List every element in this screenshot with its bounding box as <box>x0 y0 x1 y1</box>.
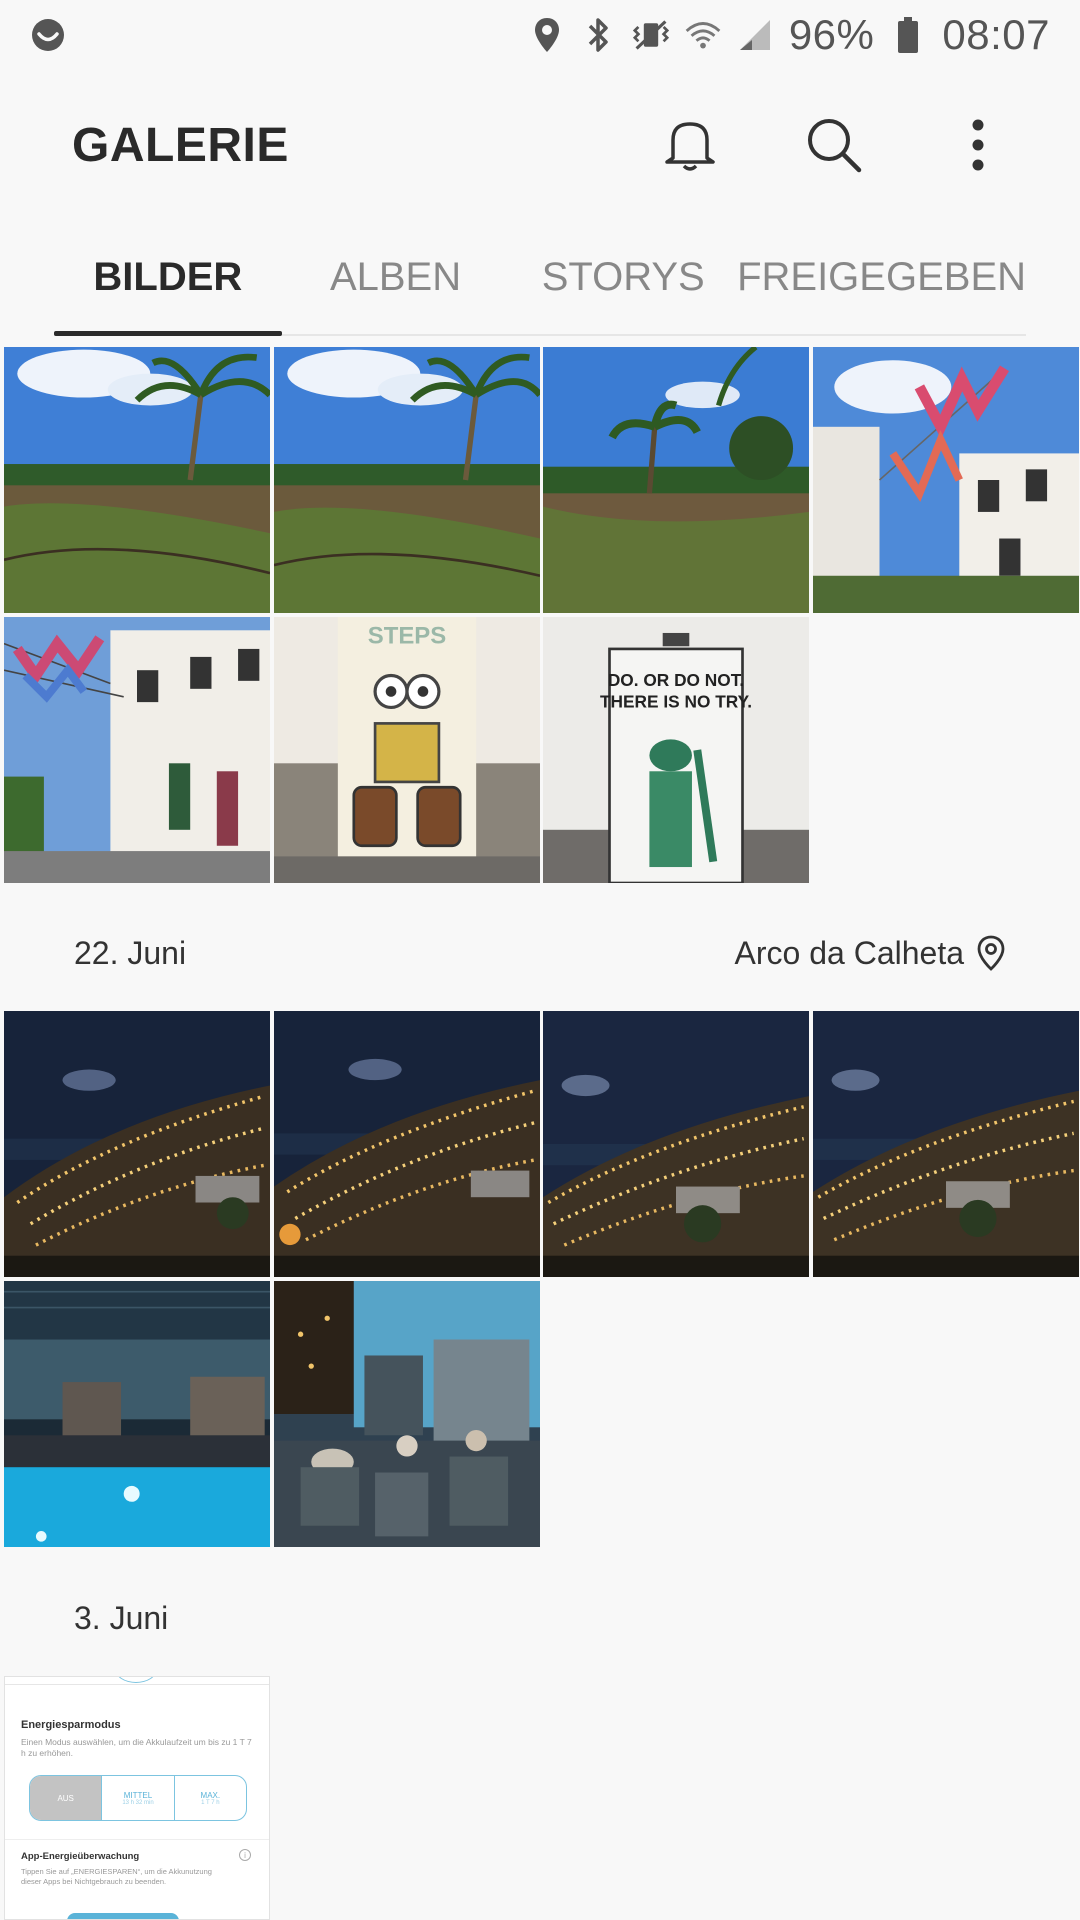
more-options-icon <box>972 119 984 171</box>
photo-thumbnail[interactable] <box>543 1011 809 1277</box>
location-icon <box>529 17 565 53</box>
option-sub: 13 h 32 min <box>122 1799 154 1806</box>
option-sub: 1 T 7 h <box>201 1799 220 1806</box>
screenshot-heading: Energiesparmodus <box>21 1719 121 1731</box>
svg-text:STEPS: STEPS <box>368 623 447 650</box>
tab-storys[interactable]: STORYS <box>509 220 737 334</box>
screenshot-option-mittel: MITTEL 13 h 32 min <box>101 1776 173 1820</box>
photo-thumbnail[interactable] <box>4 1281 270 1547</box>
photo-thumbnail[interactable] <box>274 1011 540 1277</box>
more-options-button[interactable] <box>936 103 1020 187</box>
photo-thumbnail[interactable] <box>4 347 270 613</box>
signal-icon <box>737 17 773 53</box>
screenshot-mode-selector: AUS MITTEL 13 h 32 min MAX. 1 T 7 h <box>29 1775 247 1821</box>
svg-text:THERE IS NO TRY.: THERE IS NO TRY. <box>600 691 752 711</box>
bluetooth-icon <box>581 17 617 53</box>
screenshot-thumbnail[interactable]: Energiesparmodus Einen Modus auswählen, … <box>4 1676 270 1920</box>
screenshot-section2-text: Tippen Sie auf „ENERGIESPAREN“, um die A… <box>21 1867 212 1886</box>
wifi-icon <box>685 17 721 53</box>
notification-bell-icon <box>665 122 715 171</box>
battery-icon <box>890 17 926 53</box>
location-label: Arco da Calheta <box>734 934 964 971</box>
battery-percentage: 96% <box>788 11 875 58</box>
screenshot-circle-fragment <box>115 1677 157 1683</box>
gallery-tabs: BILDER ALBEN STORYS FREIGEGEBEN <box>54 220 1026 336</box>
svg-text:DO. OR DO NOT.: DO. OR DO NOT. <box>608 670 744 690</box>
date-section-header: 3. Juni <box>0 1588 1080 1648</box>
assistant-icon <box>30 17 66 53</box>
photo-thumbnail[interactable] <box>543 347 809 613</box>
search-icon <box>808 119 862 173</box>
photo-thumbnail[interactable] <box>813 347 1079 613</box>
screenshot-option-max: MAX. 1 T 7 h <box>173 1776 246 1820</box>
vibrate-icon <box>632 17 669 53</box>
photo-thumbnail[interactable] <box>274 347 540 613</box>
date-section-header: 22. Juni Arco da Calheta <box>0 923 1080 983</box>
photo-thumbnail[interactable]: STEPS <box>274 617 540 883</box>
notifications-button[interactable] <box>648 103 732 187</box>
screenshot-section2-heading: App-Energieüberwachung <box>21 1851 140 1862</box>
tab-bilder[interactable]: BILDER <box>54 220 282 336</box>
info-icon: i <box>239 1849 251 1861</box>
app-bar: GALERIE <box>0 70 1080 220</box>
photo-thumbnail[interactable] <box>274 1281 540 1547</box>
section-date: 22. Juni <box>74 934 187 971</box>
section-location[interactable]: Arco da Calheta <box>735 935 1006 972</box>
screenshot-button-fragment <box>67 1913 179 1919</box>
screenshot-top-edge <box>5 1677 269 1685</box>
option-label: MITTEL <box>123 1790 153 1800</box>
app-title: GALERIE <box>72 118 289 172</box>
status-bar: 96% 08:07 <box>0 0 1080 70</box>
location-pin-icon <box>977 935 1005 971</box>
screenshot-option-aus: AUS <box>30 1776 102 1820</box>
tab-alben[interactable]: ALBEN <box>282 220 510 334</box>
option-label: MAX. <box>200 1790 221 1800</box>
search-button[interactable] <box>792 103 876 187</box>
section-date: 3. Juni <box>74 1599 169 1636</box>
clock: 08:07 <box>942 11 1050 58</box>
screenshot-description: Einen Modus auswählen, um die Akkulaufze… <box>21 1737 252 1759</box>
photo-thumbnail[interactable] <box>4 617 270 883</box>
photo-thumbnail[interactable] <box>4 1011 270 1277</box>
photo-thumbnail[interactable]: DO. OR DO NOT. THERE IS NO TRY. <box>543 617 809 883</box>
tab-freigegeben[interactable]: FREIGEGEBEN <box>737 220 1026 334</box>
screenshot-divider <box>5 1839 269 1840</box>
photo-thumbnail[interactable] <box>813 1011 1079 1277</box>
